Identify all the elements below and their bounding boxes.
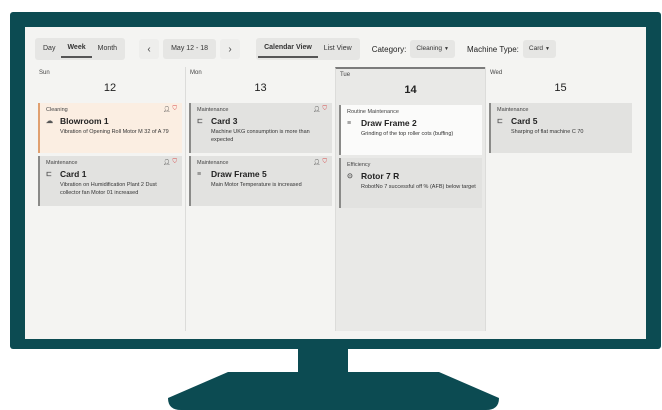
app-screen: Day Week Month ‹ May 12 - 18 › Calendar … [25, 27, 646, 339]
alert-icon[interactable]: ⛉ [322, 106, 327, 113]
alert-icon[interactable]: ⛉ [172, 106, 177, 113]
card-machine-icon: ⊏ [496, 118, 503, 125]
day-column: Mon 13 Maintenance ⊏ Card 3 Machine UKG consu… [184, 67, 335, 331]
mode-switcher: Calendar View List View [256, 38, 360, 60]
task-card[interactable]: Cleaning ☁ Blowroom 1 Vibration of Opening … [38, 103, 182, 153]
task-category: Efficiency [346, 162, 371, 168]
task-category: Routine Maintenance [346, 109, 399, 115]
tab-list-view[interactable]: List View [318, 40, 358, 58]
alert-icon[interactable]: ⛉ [172, 159, 177, 166]
task-actions: 👤︎ ⛉ [313, 159, 327, 166]
day-name: Sun [39, 70, 50, 76]
chevron-down-icon: ▼ [444, 46, 449, 52]
category-dropdown[interactable]: Cleaning ▼ [410, 40, 455, 58]
task-actions: 👤︎ ⛉ [163, 159, 177, 166]
rotor-icon: ⊙ [346, 173, 353, 180]
task-card[interactable]: Maintenance ⊏ Card 3 Machine UKG consumptio… [188, 103, 332, 153]
task-description: Vibration of Opening Roll Motor M 32 of … [60, 129, 169, 135]
day-column: Wed 15 Maintenance ⊏ Card 5 Sharping of flat … [484, 67, 635, 331]
view-day-button[interactable]: Day [37, 40, 61, 58]
task-card[interactable]: Efficiency ⊙ Rotor 7 R RobotNo 7 successful… [338, 158, 482, 208]
draw-frame-icon: ≡ [346, 119, 352, 127]
view-switcher: Day Week Month [35, 38, 126, 60]
view-week-button[interactable]: Week [61, 40, 92, 58]
day-number: 13 [254, 82, 267, 94]
card-machine-icon: ⊏ [46, 171, 52, 178]
day-number: 14 [404, 84, 417, 96]
day-header: Sun 12 [35, 67, 185, 103]
chevron-left-icon[interactable]: ‹ [139, 39, 160, 59]
task-card[interactable]: Maintenance ≡ Draw Frame 5 Main Motor Tempe… [188, 156, 332, 206]
task-description: Machine UKG consumption is more than exp… [210, 129, 310, 143]
day-column: Tue 14 Routine Maintenance ≡ Draw Frame 2 Gri… [334, 67, 485, 331]
monitor-frame: Day Week Month ‹ May 12 - 18 › Calendar … [10, 12, 661, 349]
task-title: Draw Frame 5 [210, 169, 267, 179]
user-icon[interactable]: 👤︎ [313, 106, 321, 113]
day-header: Tue 14 [336, 69, 485, 105]
day-header: Mon 13 [186, 67, 335, 103]
task-description: Main Motor Temperature is increased [210, 182, 302, 188]
task-card[interactable]: Routine Maintenance ≡ Draw Frame 2 Grinding… [338, 105, 482, 155]
chevron-right-icon[interactable]: › [220, 39, 241, 59]
task-description: Grinding of the top roller cots (buffing… [360, 131, 454, 137]
alert-icon[interactable]: ⛉ [322, 159, 327, 166]
category-value: Cleaning [416, 45, 443, 52]
task-category: Maintenance [496, 107, 529, 113]
toolbar: Day Week Month ‹ May 12 - 18 › Calendar … [35, 37, 635, 61]
task-description: RobotNo 7 successful off % (AFB) below t… [360, 184, 476, 190]
task-card[interactable]: Maintenance ⊏ Card 1 Vibration on Humidific… [38, 156, 182, 206]
cloud-icon: ☁ [46, 118, 53, 125]
tab-calendar-view[interactable]: Calendar View [258, 40, 318, 58]
machine-type-label: Machine Type: [467, 44, 519, 54]
category-label: Category: [371, 44, 407, 54]
date-range[interactable]: May 12 - 18 [163, 39, 217, 59]
user-icon[interactable]: 👤︎ [163, 159, 171, 166]
task-category: Maintenance [196, 160, 229, 166]
day-name: Wed [489, 70, 503, 76]
task-title: Card 5 [510, 116, 538, 126]
task-title: Rotor 7 R [360, 171, 400, 181]
day-name: Mon [189, 70, 202, 76]
user-icon[interactable]: 👤︎ [163, 106, 171, 113]
user-icon[interactable]: 👤︎ [313, 159, 321, 166]
task-title: Draw Frame 2 [360, 118, 417, 128]
task-description: Vibration on Humidification Plant 2 Dust… [60, 182, 157, 196]
chevron-down-icon: ▼ [544, 46, 550, 52]
task-category: Maintenance [196, 107, 229, 113]
machine-type-dropdown[interactable]: Card ▼ [522, 40, 556, 58]
view-month-button[interactable]: Month [92, 40, 123, 58]
task-actions: 👤︎ ⛉ [163, 106, 177, 113]
machine-type-value: Card [528, 45, 543, 52]
day-number: 12 [103, 82, 117, 94]
task-title: Blowroom 1 [60, 116, 109, 126]
card-machine-icon: ⊏ [196, 118, 203, 125]
task-card[interactable]: Maintenance ⊏ Card 5 Sharping of flat machi… [488, 103, 632, 153]
monitor-stand [168, 372, 499, 410]
task-category: Maintenance [46, 160, 78, 166]
day-number: 15 [554, 82, 567, 94]
day-name: Tue [339, 72, 351, 78]
day-column: Sun 12 Cleaning ☁ Blowroom 1 Vibration of Ope… [35, 67, 185, 331]
day-header: Wed 15 [486, 67, 635, 103]
draw-frame-icon: ≡ [196, 170, 202, 178]
task-title: Card 1 [60, 169, 87, 179]
task-title: Card 3 [210, 116, 238, 126]
task-category: Cleaning [46, 107, 68, 113]
task-description: Sharping of flat machine C 70 [510, 129, 584, 135]
task-actions: 👤︎ ⛉ [313, 106, 327, 113]
week-calendar: Sun 12 Cleaning ☁ Blowroom 1 Vibration of Ope… [35, 67, 635, 331]
